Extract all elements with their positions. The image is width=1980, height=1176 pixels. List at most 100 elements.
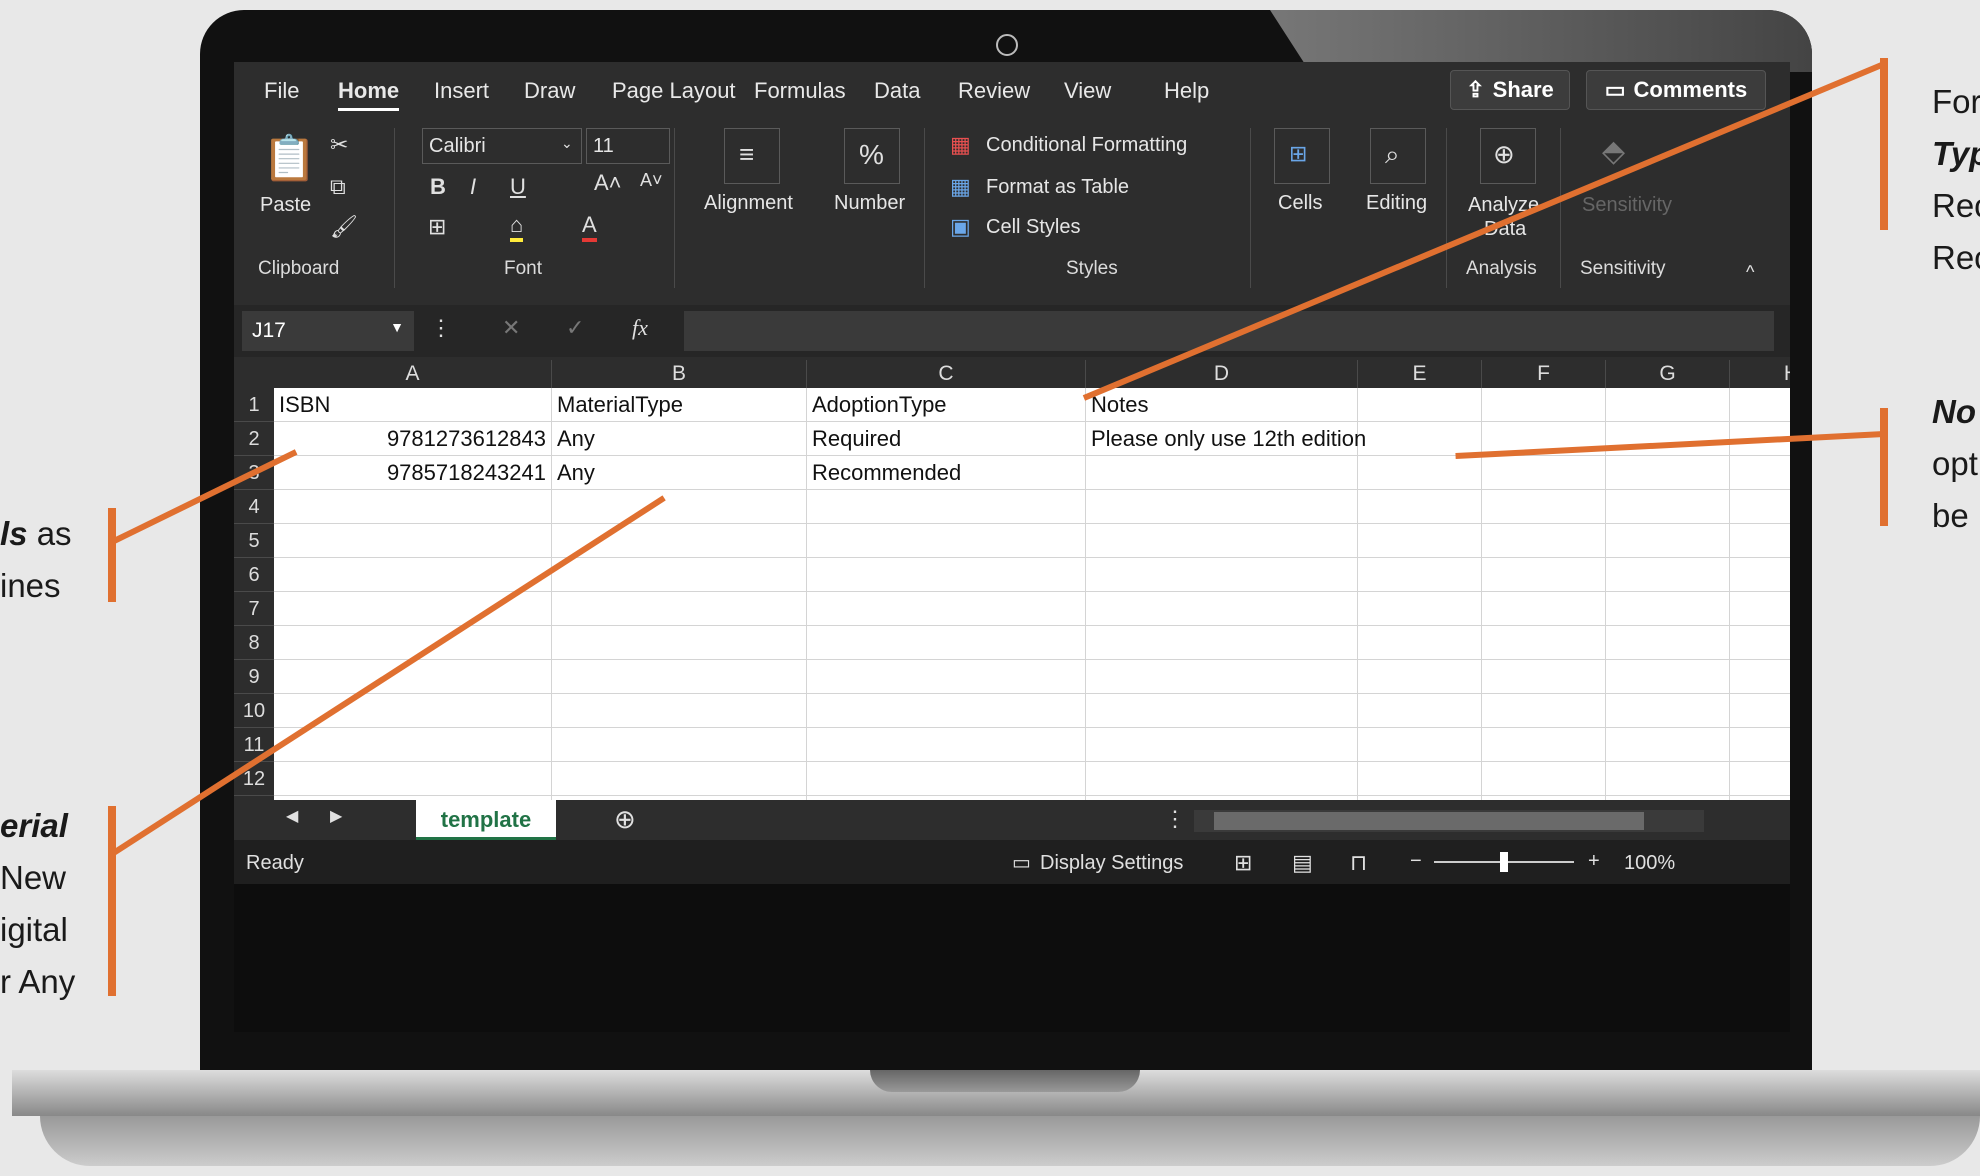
cell-d9[interactable] [1086,660,1358,694]
column-header-a[interactable]: A [274,360,552,388]
tab-help[interactable]: Help [1164,78,1209,104]
cell-e5[interactable] [1358,524,1482,558]
cell-d6[interactable] [1086,558,1358,592]
cell-e3[interactable] [1358,456,1482,490]
cell-f12[interactable] [1482,762,1606,796]
number-button[interactable]: Number [834,192,905,215]
cell-e1[interactable] [1358,388,1482,422]
row-header-5[interactable]: 5 [234,524,274,558]
row-header-2[interactable]: 2 [234,422,274,456]
column-header-g[interactable]: G [1606,360,1730,388]
column-header-d[interactable]: D [1086,360,1358,388]
cell-c10[interactable] [807,694,1086,728]
cell-b9[interactable] [552,660,807,694]
cell-g4[interactable] [1606,490,1730,524]
spreadsheet-grid[interactable]: ABCDEFGH 1ISBNMaterialTypeAdoptionTypeNo… [234,360,1790,898]
cell-g1[interactable] [1606,388,1730,422]
cell-a12[interactable] [274,762,552,796]
borders-icon[interactable]: ⊞ [428,214,446,240]
sheet-tab-template[interactable]: template [416,800,556,840]
cell-c12[interactable] [807,762,1086,796]
normal-view-icon[interactable]: ⊞ [1234,850,1252,876]
cell-f3[interactable] [1482,456,1606,490]
tab-file[interactable]: File [264,78,299,104]
prev-sheet-icon[interactable]: ◀ [286,806,298,826]
cell-g5[interactable] [1606,524,1730,558]
search-icon[interactable]: ⌕ [1370,128,1426,184]
underline-icon[interactable]: U [510,174,526,200]
cell-f11[interactable] [1482,728,1606,762]
tab-formulas[interactable]: Formulas [754,78,846,104]
name-box[interactable]: J17 ▼ [242,311,414,351]
cell-g6[interactable] [1606,558,1730,592]
cell-d3[interactable] [1086,456,1358,490]
increase-font-icon[interactable]: A˄ [594,170,622,196]
cells-button[interactable]: Cells [1278,192,1322,215]
cut-icon[interactable]: ✂ [330,132,348,158]
decrease-font-icon[interactable]: A˅ [640,170,663,191]
cell-b7[interactable] [552,592,807,626]
formula-input[interactable] [684,311,1774,351]
column-header-e[interactable]: E [1358,360,1482,388]
horizontal-scrollbar[interactable] [1194,810,1704,832]
format-as-table-button[interactable]: Format as Table [986,176,1129,199]
cell-a9[interactable] [274,660,552,694]
comments-button[interactable]: ▭ Comments [1586,70,1766,110]
column-header-b[interactable]: B [552,360,807,388]
cell-e7[interactable] [1358,592,1482,626]
zoom-out-icon[interactable]: − [1410,850,1422,873]
cell-h11[interactable] [1730,728,1790,762]
font-size-select[interactable]: 11 [586,128,670,164]
copy-icon[interactable]: ⧉ [330,174,346,200]
font-name-select[interactable]: Calibri ⌄ [422,128,582,164]
cell-c8[interactable] [807,626,1086,660]
cell-styles-button[interactable]: Cell Styles [986,216,1080,239]
cell-e6[interactable] [1358,558,1482,592]
cell-h8[interactable] [1730,626,1790,660]
cell-a2[interactable]: 9781273612843 [274,422,552,456]
cell-g12[interactable] [1606,762,1730,796]
cell-d7[interactable] [1086,592,1358,626]
cell-d8[interactable] [1086,626,1358,660]
tab-review[interactable]: Review [958,78,1030,104]
cell-h4[interactable] [1730,490,1790,524]
row-header-8[interactable]: 8 [234,626,274,660]
cell-e8[interactable] [1358,626,1482,660]
cell-b6[interactable] [552,558,807,592]
cell-f10[interactable] [1482,694,1606,728]
cell-d5[interactable] [1086,524,1358,558]
fill-color-icon[interactable]: ⌂ [510,212,524,242]
cell-c1[interactable]: AdoptionType [807,388,1086,422]
column-header-f[interactable]: F [1482,360,1606,388]
cells-icon[interactable]: ⊞ [1274,128,1330,184]
function-icon[interactable]: fx [632,315,648,341]
cell-h1[interactable] [1730,388,1790,422]
cell-a6[interactable] [274,558,552,592]
cell-b2[interactable]: Any [552,422,807,456]
cell-d4[interactable] [1086,490,1358,524]
tab-data[interactable]: Data [874,78,920,104]
cell-d12[interactable] [1086,762,1358,796]
display-settings-button[interactable]: Display Settings [1040,852,1183,875]
cell-f5[interactable] [1482,524,1606,558]
cancel-icon[interactable]: ✕ [502,315,520,341]
row-header-6[interactable]: 6 [234,558,274,592]
zoom-slider[interactable] [1434,852,1574,872]
page-break-view-icon[interactable]: ⊓ [1350,850,1367,876]
cell-e4[interactable] [1358,490,1482,524]
cell-g10[interactable] [1606,694,1730,728]
cell-e2[interactable] [1358,422,1482,456]
cell-g8[interactable] [1606,626,1730,660]
cell-g9[interactable] [1606,660,1730,694]
cell-c5[interactable] [807,524,1086,558]
column-header-h[interactable]: H [1730,360,1790,388]
cell-c2[interactable]: Required [807,422,1086,456]
cell-b11[interactable] [552,728,807,762]
cell-a3[interactable]: 9785718243241 [274,456,552,490]
font-color-icon[interactable]: A [582,212,597,242]
cell-b12[interactable] [552,762,807,796]
row-header-7[interactable]: 7 [234,592,274,626]
cell-a4[interactable] [274,490,552,524]
cell-f4[interactable] [1482,490,1606,524]
tab-insert[interactable]: Insert [434,78,489,104]
